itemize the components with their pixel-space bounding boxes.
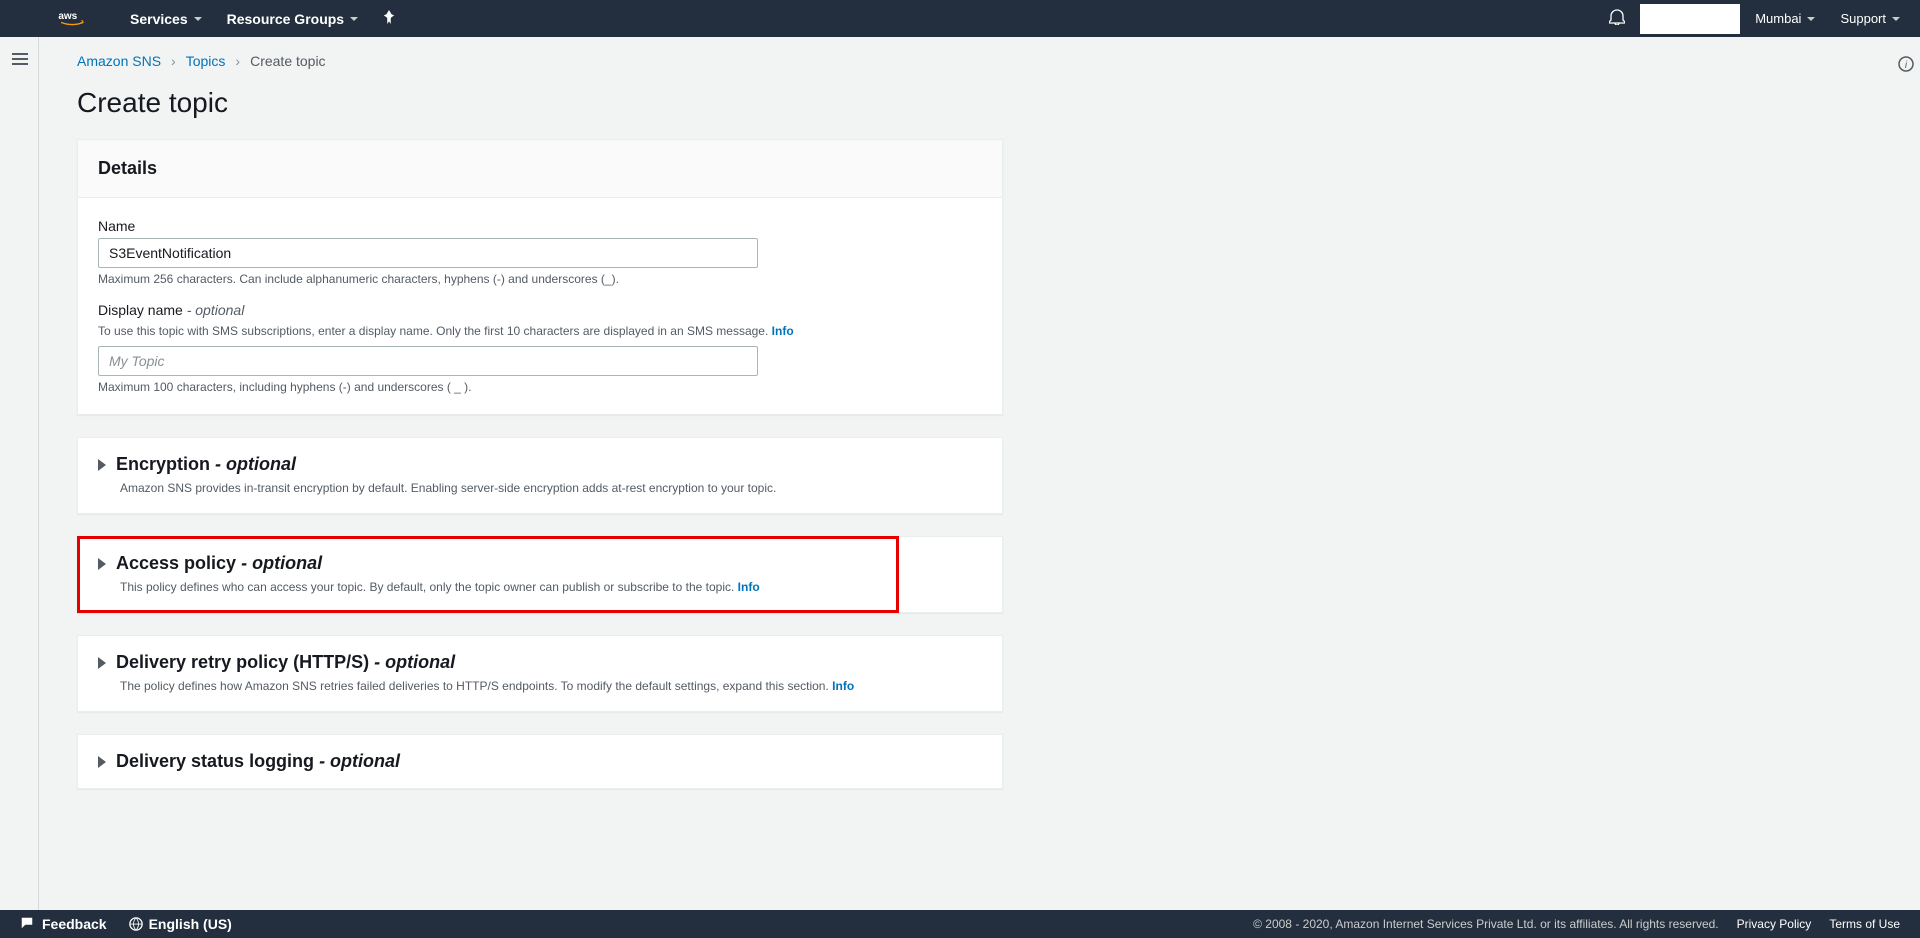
hamburger-menu[interactable] [12, 50, 28, 68]
privacy-link[interactable]: Privacy Policy [1737, 917, 1812, 931]
language-label: English (US) [149, 916, 232, 932]
info-side-icon[interactable]: i [1898, 56, 1914, 77]
nav-right: Mumbai Support [1609, 4, 1900, 34]
details-card: Details Name Maximum 256 characters. Can… [77, 139, 1003, 415]
breadcrumb: Amazon SNS › Topics › Create topic [77, 53, 1854, 69]
nav-resource-groups[interactable]: Resource Groups [227, 11, 358, 27]
display-name-hint: Maximum 100 characters, including hyphen… [98, 380, 982, 394]
access-policy-title: Access policy - optional [116, 553, 322, 574]
breadcrumb-topics[interactable]: Topics [186, 53, 226, 69]
caret-down-icon [1892, 17, 1900, 21]
main-content: Amazon SNS › Topics › Create topic Creat… [38, 37, 1892, 910]
nav-services[interactable]: Services [130, 11, 202, 27]
display-name-label-text: Display name [98, 302, 183, 318]
language-selector[interactable]: English (US) [129, 916, 232, 932]
name-input[interactable] [98, 238, 758, 268]
nav-region[interactable]: Mumbai [1755, 11, 1815, 26]
caret-down-icon [1807, 17, 1815, 21]
name-field: Name Maximum 256 characters. Can include… [98, 218, 982, 286]
encryption-desc: Amazon SNS provides in-transit encryptio… [120, 479, 982, 497]
name-label: Name [98, 218, 982, 234]
delivery-retry-title: Delivery retry policy (HTTP/S) - optiona… [116, 652, 455, 673]
copyright: © 2008 - 2020, Amazon Internet Services … [1253, 917, 1719, 931]
svg-text:aws: aws [58, 11, 77, 22]
terms-link[interactable]: Terms of Use [1829, 917, 1900, 931]
details-header: Details [78, 140, 1002, 198]
feedback-icon[interactable] [20, 916, 34, 933]
bell-icon[interactable] [1609, 9, 1625, 28]
encryption-title: Encryption - optional [116, 454, 296, 475]
access-policy-section[interactable]: Access policy - optional This policy def… [78, 537, 898, 612]
aws-logo[interactable]: aws [55, 9, 95, 29]
optional-text: - optional [187, 302, 245, 318]
breadcrumb-current: Create topic [250, 53, 325, 69]
name-hint: Maximum 256 characters. Can include alph… [98, 272, 982, 286]
delivery-logging-section[interactable]: Delivery status logging - optional [77, 734, 1003, 789]
footer: Feedback English (US) © 2008 - 2020, Ama… [0, 910, 1920, 938]
encryption-section[interactable]: Encryption - optional Amazon SNS provide… [77, 437, 1003, 514]
expand-icon [98, 558, 106, 570]
caret-down-icon [350, 17, 358, 21]
pin-icon[interactable] [383, 10, 395, 27]
display-name-label: Display name - optional [98, 302, 982, 318]
nav-resource-groups-label: Resource Groups [227, 11, 344, 27]
access-policy-desc: This policy defines who can access your … [120, 578, 878, 596]
breadcrumb-sns[interactable]: Amazon SNS [77, 53, 161, 69]
feedback-link[interactable]: Feedback [42, 916, 107, 932]
account-box[interactable] [1640, 4, 1740, 34]
expand-icon [98, 459, 106, 471]
nav-support[interactable]: Support [1840, 11, 1900, 26]
display-name-input[interactable] [98, 346, 758, 376]
caret-down-icon [194, 17, 202, 21]
svg-text:i: i [1905, 60, 1908, 71]
display-name-desc: To use this topic with SMS subscriptions… [98, 322, 982, 340]
top-nav: aws Services Resource Groups Mumbai Supp… [0, 0, 1920, 37]
delivery-retry-desc-text: The policy defines how Amazon SNS retrie… [120, 679, 829, 693]
chevron-right-icon: › [235, 53, 240, 69]
nav-services-label: Services [130, 11, 188, 27]
nav-support-label: Support [1840, 11, 1886, 26]
access-policy-wrapper: Access policy - optional This policy def… [77, 536, 1003, 613]
info-link[interactable]: Info [772, 324, 794, 338]
nav-region-label: Mumbai [1755, 11, 1801, 26]
delivery-logging-title: Delivery status logging - optional [116, 751, 400, 772]
chevron-right-icon: › [171, 53, 176, 69]
display-name-field: Display name - optional To use this topi… [98, 302, 982, 394]
page-title: Create topic [77, 87, 1854, 119]
info-link[interactable]: Info [738, 580, 760, 594]
expand-icon [98, 657, 106, 669]
display-name-desc-text: To use this topic with SMS subscriptions… [98, 324, 768, 338]
delivery-retry-desc: The policy defines how Amazon SNS retrie… [120, 677, 982, 695]
info-link[interactable]: Info [832, 679, 854, 693]
delivery-retry-section[interactable]: Delivery retry policy (HTTP/S) - optiona… [77, 635, 1003, 712]
expand-icon [98, 756, 106, 768]
access-policy-desc-text: This policy defines who can access your … [120, 580, 734, 594]
